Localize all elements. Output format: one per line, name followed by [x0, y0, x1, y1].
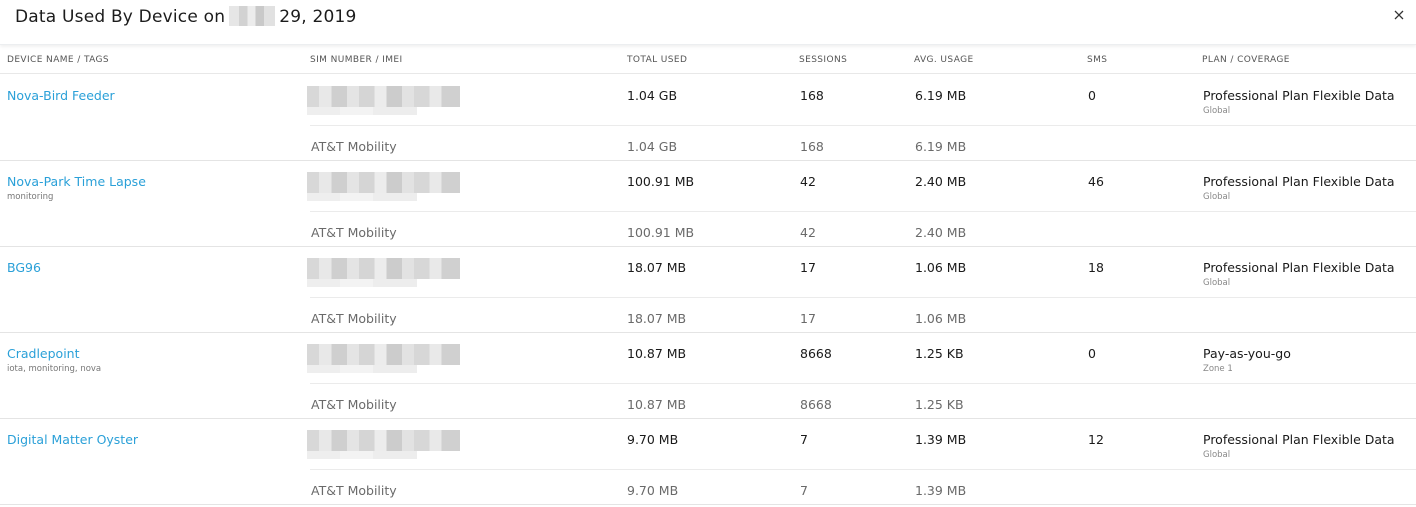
sessions: 17: [800, 260, 816, 275]
carrier-avg-usage: 1.39 MB: [915, 483, 967, 498]
table-row: Digital Matter Oyster 9.70 MB 7 1.39 MB …: [0, 418, 1416, 505]
column-header-plan[interactable]: PLAN / COVERAGE: [1202, 55, 1290, 65]
column-header-sim[interactable]: SIM NUMBER / IMEI: [310, 55, 403, 65]
plan-name: Professional Plan Flexible Data: [1203, 260, 1395, 275]
avg-usage: 2.40 MB: [915, 174, 967, 189]
total-used: 100.91 MB: [627, 174, 695, 189]
carrier-avg-usage: 1.06 MB: [915, 311, 967, 326]
carrier-name: AT&T Mobility: [311, 483, 397, 498]
device-name-link[interactable]: BG96: [7, 260, 41, 275]
plan-coverage: Global: [1203, 106, 1231, 116]
sms-count: 0: [1088, 346, 1096, 361]
plan-coverage: Global: [1203, 192, 1231, 202]
table-row: Nova-Park Time Lapse monitoring 100.91 M…: [0, 160, 1416, 247]
row-divider: [0, 504, 1416, 505]
sessions: 42: [800, 174, 816, 189]
device-name-link[interactable]: Nova-Bird Feeder: [7, 88, 115, 103]
carrier-name: AT&T Mobility: [311, 225, 397, 240]
carrier-total-used: 10.87 MB: [627, 397, 687, 412]
table-row: BG96 18.07 MB 17 1.06 MB 18 Professional…: [0, 246, 1416, 333]
carrier-sessions: 17: [800, 311, 816, 326]
carrier-sessions: 168: [800, 139, 824, 154]
carrier-total-used: 18.07 MB: [627, 311, 687, 326]
row-inner-divider: [310, 297, 1416, 298]
sms-count: 18: [1088, 260, 1104, 275]
sms-count: 0: [1088, 88, 1096, 103]
carrier-sessions: 8668: [800, 397, 832, 412]
device-name-link[interactable]: Cradlepoint: [7, 346, 80, 361]
column-header-total[interactable]: TOTAL USED: [627, 55, 687, 65]
carrier-sessions: 7: [800, 483, 808, 498]
total-used: 1.04 GB: [627, 88, 678, 103]
redacted-sim: [307, 258, 460, 287]
sessions: 8668: [800, 346, 832, 361]
carrier-name: AT&T Mobility: [311, 311, 397, 326]
redacted-sim: [307, 430, 460, 459]
row-inner-divider: [310, 211, 1416, 212]
column-header-sms[interactable]: SMS: [1087, 55, 1107, 65]
total-used: 18.07 MB: [627, 260, 687, 275]
redacted-sim: [307, 86, 460, 115]
device-tags: monitoring: [7, 192, 54, 202]
modal-header: Data Used By Device on 29, 2019: [0, 0, 1416, 45]
avg-usage: 1.06 MB: [915, 260, 967, 275]
carrier-avg-usage: 2.40 MB: [915, 225, 967, 240]
plan-coverage: Global: [1203, 450, 1231, 460]
row-inner-divider: [310, 469, 1416, 470]
plan-coverage: Global: [1203, 278, 1231, 288]
table-row: Nova-Bird Feeder 1.04 GB 168 6.19 MB 0 P…: [0, 74, 1416, 161]
redacted-sim: [307, 172, 460, 201]
sms-count: 46: [1088, 174, 1104, 189]
sessions: 168: [800, 88, 824, 103]
plan-coverage: Zone 1: [1203, 364, 1233, 374]
avg-usage: 1.39 MB: [915, 432, 967, 447]
column-header-device[interactable]: DEVICE NAME / TAGS: [7, 55, 109, 65]
carrier-total-used: 9.70 MB: [627, 483, 679, 498]
sms-count: 12: [1088, 432, 1104, 447]
carrier-name: AT&T Mobility: [311, 397, 397, 412]
carrier-avg-usage: 1.25 KB: [915, 397, 964, 412]
avg-usage: 6.19 MB: [915, 88, 967, 103]
carrier-total-used: 100.91 MB: [627, 225, 695, 240]
plan-name: Pay-as-you-go: [1203, 346, 1291, 361]
table-row: Cradlepoint iota, monitoring, nova 10.87…: [0, 332, 1416, 419]
total-used: 9.70 MB: [627, 432, 679, 447]
redacted-month: [229, 6, 276, 26]
carrier-avg-usage: 6.19 MB: [915, 139, 967, 154]
close-icon[interactable]: [1392, 8, 1406, 22]
redacted-sim: [307, 344, 460, 373]
plan-name: Professional Plan Flexible Data: [1203, 88, 1395, 103]
avg-usage: 1.25 KB: [915, 346, 964, 361]
device-tags: iota, monitoring, nova: [7, 364, 102, 374]
carrier-total-used: 1.04 GB: [627, 139, 678, 154]
row-inner-divider: [310, 125, 1416, 126]
carrier-name: AT&T Mobility: [311, 139, 397, 154]
plan-name: Professional Plan Flexible Data: [1203, 174, 1395, 189]
device-name-link[interactable]: Nova-Park Time Lapse: [7, 174, 146, 189]
plan-name: Professional Plan Flexible Data: [1203, 432, 1395, 447]
carrier-sessions: 42: [800, 225, 816, 240]
column-header-avg[interactable]: AVG. USAGE: [914, 55, 974, 65]
modal-title: Data Used By Device on 29, 2019: [15, 6, 357, 27]
device-name-link[interactable]: Digital Matter Oyster: [7, 432, 138, 447]
column-header-sessions[interactable]: SESSIONS: [799, 55, 847, 65]
row-inner-divider: [310, 383, 1416, 384]
total-used: 10.87 MB: [627, 346, 687, 361]
sessions: 7: [800, 432, 808, 447]
